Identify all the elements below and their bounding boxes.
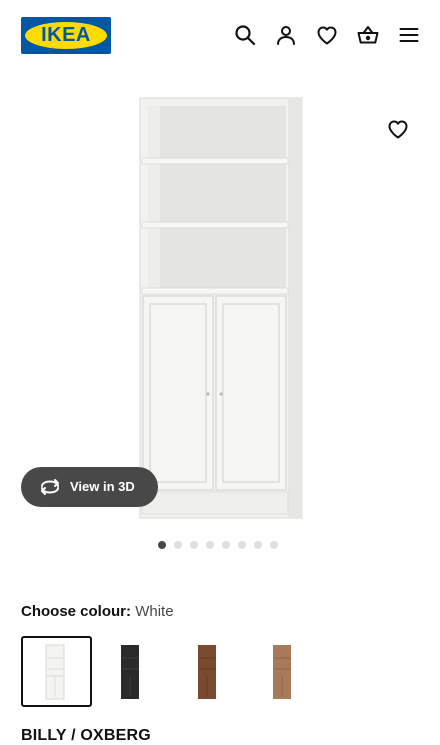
- swatch-walnut[interactable]: [188, 636, 259, 707]
- swatch-white-image: [45, 644, 65, 700]
- carousel-dots: [158, 541, 278, 549]
- swatch-oak-image: [273, 645, 291, 699]
- carousel-dot[interactable]: [238, 541, 246, 549]
- carousel-dot[interactable]: [254, 541, 262, 549]
- logo-text: IKEA: [41, 24, 91, 46]
- swatch-black-brown-image: [121, 645, 139, 699]
- product-image: [139, 97, 303, 519]
- view-in-3d-label: View in 3D: [70, 479, 135, 494]
- carousel-dot[interactable]: [206, 541, 214, 549]
- product-name: BILLY / OXBERG: [21, 727, 151, 744]
- colour-label: Choose colour:: [21, 603, 132, 620]
- search-icon[interactable]: [233, 23, 257, 47]
- carousel-dot[interactable]: [174, 541, 182, 549]
- swatch-oak[interactable]: [261, 636, 332, 707]
- carousel-dot[interactable]: [190, 541, 198, 549]
- colour-selection: Choose colour: White: [21, 602, 174, 622]
- carousel-dot[interactable]: [158, 541, 166, 549]
- swatch-white[interactable]: [21, 636, 92, 707]
- carousel-dot[interactable]: [222, 541, 230, 549]
- rotate-3d-icon: [41, 479, 59, 495]
- swatch-walnut-image: [198, 645, 216, 699]
- basket-icon[interactable]: [356, 23, 380, 47]
- menu-icon[interactable]: [397, 23, 421, 47]
- heart-icon[interactable]: [315, 23, 339, 47]
- view-in-3d-button[interactable]: View in 3D: [21, 467, 158, 507]
- swatch-black-brown[interactable]: [109, 636, 180, 707]
- favourite-icon[interactable]: [386, 117, 410, 141]
- ikea-logo[interactable]: IKEA: [21, 17, 111, 54]
- site-header: IKEA: [0, 0, 440, 72]
- user-icon[interactable]: [274, 23, 298, 47]
- carousel-dot[interactable]: [270, 541, 278, 549]
- colour-value: White: [135, 603, 174, 620]
